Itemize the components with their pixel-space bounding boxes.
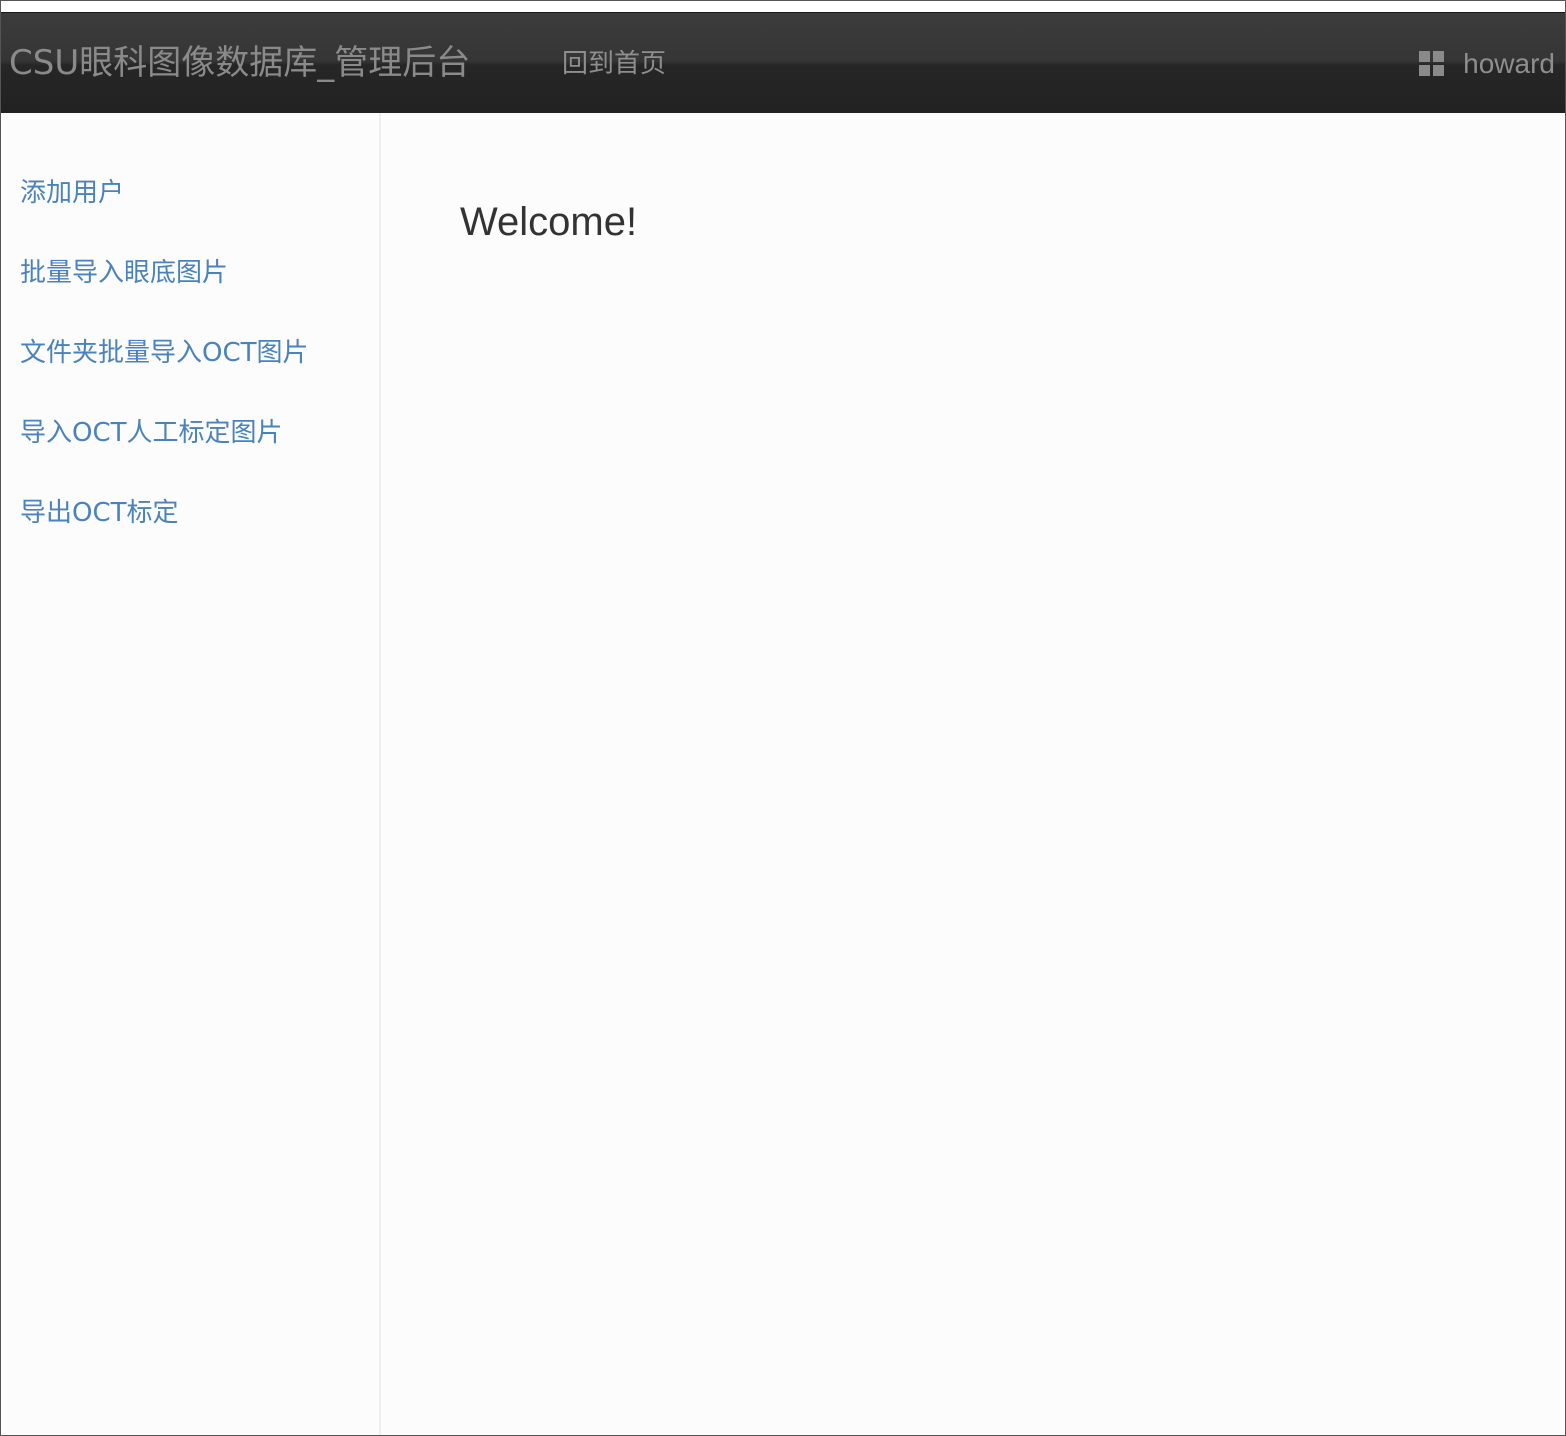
grid-icon-cell	[1419, 51, 1431, 62]
sidebar-item-import-oct-folder[interactable]: 文件夹批量导入OCT图片	[20, 335, 309, 371]
sidebar: 添加用户 批量导入眼底图片 文件夹批量导入OCT图片 导入OCT人工标定图片 导…	[1, 113, 381, 1435]
username: howard	[1463, 48, 1555, 79]
brand-link[interactable]: CSU眼科图像数据库_管理后台	[9, 41, 470, 85]
main-content: Welcome!	[381, 113, 1565, 1435]
app-window: CSU眼科图像数据库_管理后台 回到首页 howard 添加用户 批量导入眼底图…	[0, 0, 1566, 1436]
top-gap	[1, 1, 1565, 12]
grid-icon-cell	[1433, 51, 1445, 62]
sidebar-item-import-fundus[interactable]: 批量导入眼底图片	[20, 255, 228, 291]
sidebar-item-export-oct-annotation[interactable]: 导出OCT标定	[20, 495, 179, 531]
sidebar-item-add-user[interactable]: 添加用户	[20, 175, 124, 211]
top-navbar: CSU眼科图像数据库_管理后台 回到首页 howard	[1, 12, 1565, 113]
grid-icon-cell	[1433, 65, 1445, 76]
grid-icon-cell	[1419, 65, 1431, 76]
welcome-heading: Welcome!	[460, 200, 638, 244]
sidebar-item-import-oct-annotation[interactable]: 导入OCT人工标定图片	[20, 415, 283, 451]
grid-icon	[1419, 51, 1445, 77]
home-link[interactable]: 回到首页	[562, 46, 666, 82]
user-menu[interactable]: howard	[1419, 46, 1555, 82]
